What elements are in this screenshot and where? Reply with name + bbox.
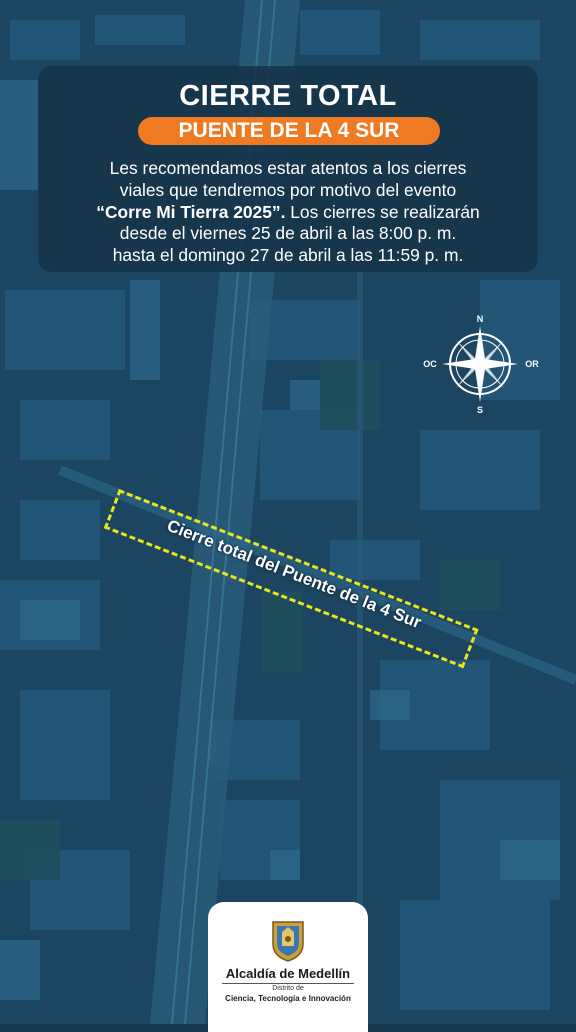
footer-logo-card: Alcaldía de Medellín Distrito de Ciencia… (208, 902, 368, 1032)
description-line: Les recomendamos estar atentos a los cie… (109, 158, 467, 178)
compass-rose-icon: N S OC OR (423, 314, 539, 415)
compass-east-label: OR (525, 359, 539, 369)
compass-north-label: N (477, 314, 484, 324)
org-name: Alcaldía de Medellín (225, 966, 351, 981)
closure-description: Les recomendamos estar atentos a los cie… (48, 158, 528, 267)
org-department: Ciencia, Tecnología e Innovación (225, 994, 351, 1003)
compass-west-label: OC (423, 359, 437, 369)
compass-south-label: S (477, 405, 483, 415)
description-line: “Corre Mi Tierra 2025”. Los cierres se r… (48, 202, 528, 224)
description-text: Los cierres se realizarán (285, 201, 480, 222)
description-line: viales que tendremos por motivo del even… (119, 179, 457, 200)
description-line: desde el viernes 25 de abril a las 8:00 … (119, 223, 457, 244)
org-district: Distrito de (272, 985, 304, 992)
event-name: “Corre Mi Tierra 2025”. (96, 201, 286, 222)
page-title: CIERRE TOTAL (179, 80, 397, 112)
org-divider (222, 983, 354, 984)
subtitle-badge: PUENTE DE LA 4 SUR (138, 117, 440, 145)
description-line: hasta el domingo 27 de abril a las 11:59… (112, 245, 464, 266)
medellin-crest-icon (272, 921, 304, 962)
